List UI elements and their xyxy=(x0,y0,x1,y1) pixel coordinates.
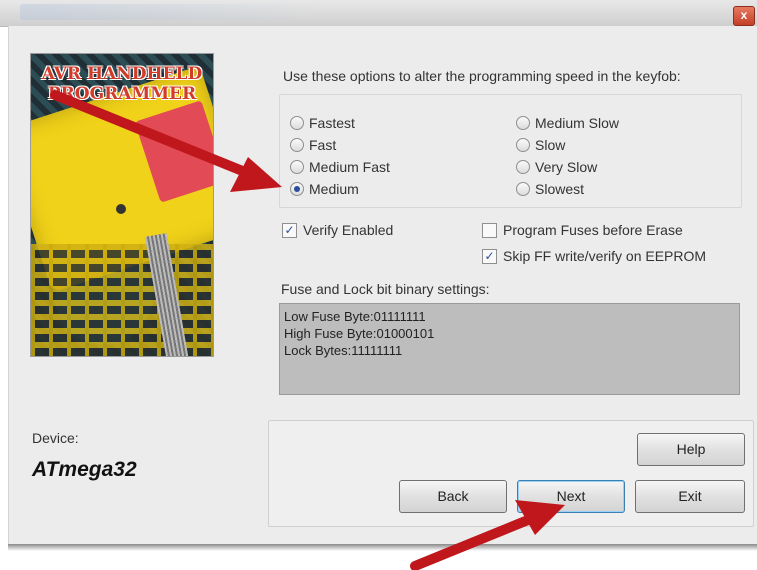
radio-label: Very Slow xyxy=(535,159,598,175)
radio-indicator[interactable] xyxy=(290,182,304,196)
fuse-line-high: High Fuse Byte:01000101 xyxy=(284,326,435,341)
device-value: ATmega32 xyxy=(32,458,137,481)
fuse-settings-box: Low Fuse Byte:01111111 High Fuse Byte:01… xyxy=(279,303,740,395)
title-bar-highlight xyxy=(20,4,320,20)
program-fuses-checkbox[interactable]: Program Fuses before Erase xyxy=(482,220,683,240)
checkbox-box[interactable]: ✓ xyxy=(282,222,297,238)
radio-indicator[interactable] xyxy=(516,160,530,174)
radio-label: Medium Fast xyxy=(309,159,390,175)
verify-enabled-checkbox[interactable]: ✓ Verify Enabled xyxy=(282,220,393,240)
window-bottom-edge xyxy=(8,544,757,551)
checkbox-label: Verify Enabled xyxy=(303,222,394,238)
radio-label: Slow xyxy=(535,137,566,153)
checkbox-box[interactable] xyxy=(482,222,497,238)
skip-ff-checkbox[interactable]: ✓ Skip FF write/verify on EEPROM xyxy=(482,246,706,266)
device-label: Device: xyxy=(32,430,79,446)
next-button[interactable]: Next xyxy=(517,480,625,513)
photo-circuit-board xyxy=(31,244,213,356)
radio-fastest[interactable]: Fastest xyxy=(290,113,355,133)
photo-title-line1: AVR HANDHELD xyxy=(41,64,203,84)
exit-button[interactable]: Exit xyxy=(635,480,745,513)
checkbox-label: Program Fuses before Erase xyxy=(503,222,683,238)
checkbox-box[interactable]: ✓ xyxy=(482,248,497,264)
radio-label: Medium Slow xyxy=(535,115,620,131)
radio-indicator[interactable] xyxy=(290,138,304,152)
radio-label: Medium xyxy=(309,181,359,197)
close-button[interactable]: x xyxy=(733,6,755,26)
radio-label: Fastest xyxy=(309,115,355,131)
photo-title: AVR HANDHELD PROGRAMMER xyxy=(31,64,213,104)
fuse-settings-label: Fuse and Lock bit binary settings: xyxy=(281,281,490,297)
photo-button xyxy=(116,204,126,214)
back-button[interactable]: Back xyxy=(399,480,507,513)
radio-indicator[interactable] xyxy=(290,116,304,130)
radio-very-slow[interactable]: Very Slow xyxy=(516,157,597,177)
radio-label: Slowest xyxy=(535,181,585,197)
radio-indicator[interactable] xyxy=(516,116,530,130)
radio-slow[interactable]: Slow xyxy=(516,135,565,155)
photo-title-line2: PROGRAMMER xyxy=(47,84,197,104)
help-button[interactable]: Help xyxy=(637,433,745,466)
fuse-line-low: Low Fuse Byte:01111111 xyxy=(284,309,426,324)
radio-fast[interactable]: Fast xyxy=(290,135,336,155)
radio-medium[interactable]: Medium xyxy=(290,179,359,199)
speed-intro-text: Use these options to alter the programmi… xyxy=(283,68,681,84)
radio-indicator[interactable] xyxy=(516,182,530,196)
fuse-line-lock: Lock Bytes:11111111 xyxy=(284,343,403,358)
radio-label: Fast xyxy=(309,137,337,153)
radio-slowest[interactable]: Slowest xyxy=(516,179,584,199)
radio-medium-fast[interactable]: Medium Fast xyxy=(290,157,390,177)
programmer-photo: AVR HANDHELD PROGRAMMER xyxy=(30,53,214,357)
radio-indicator[interactable] xyxy=(290,160,304,174)
radio-medium-slow[interactable]: Medium Slow xyxy=(516,113,619,133)
checkbox-label: Skip FF write/verify on EEPROM xyxy=(503,248,707,264)
title-bar: x xyxy=(0,0,757,27)
radio-indicator[interactable] xyxy=(516,138,530,152)
